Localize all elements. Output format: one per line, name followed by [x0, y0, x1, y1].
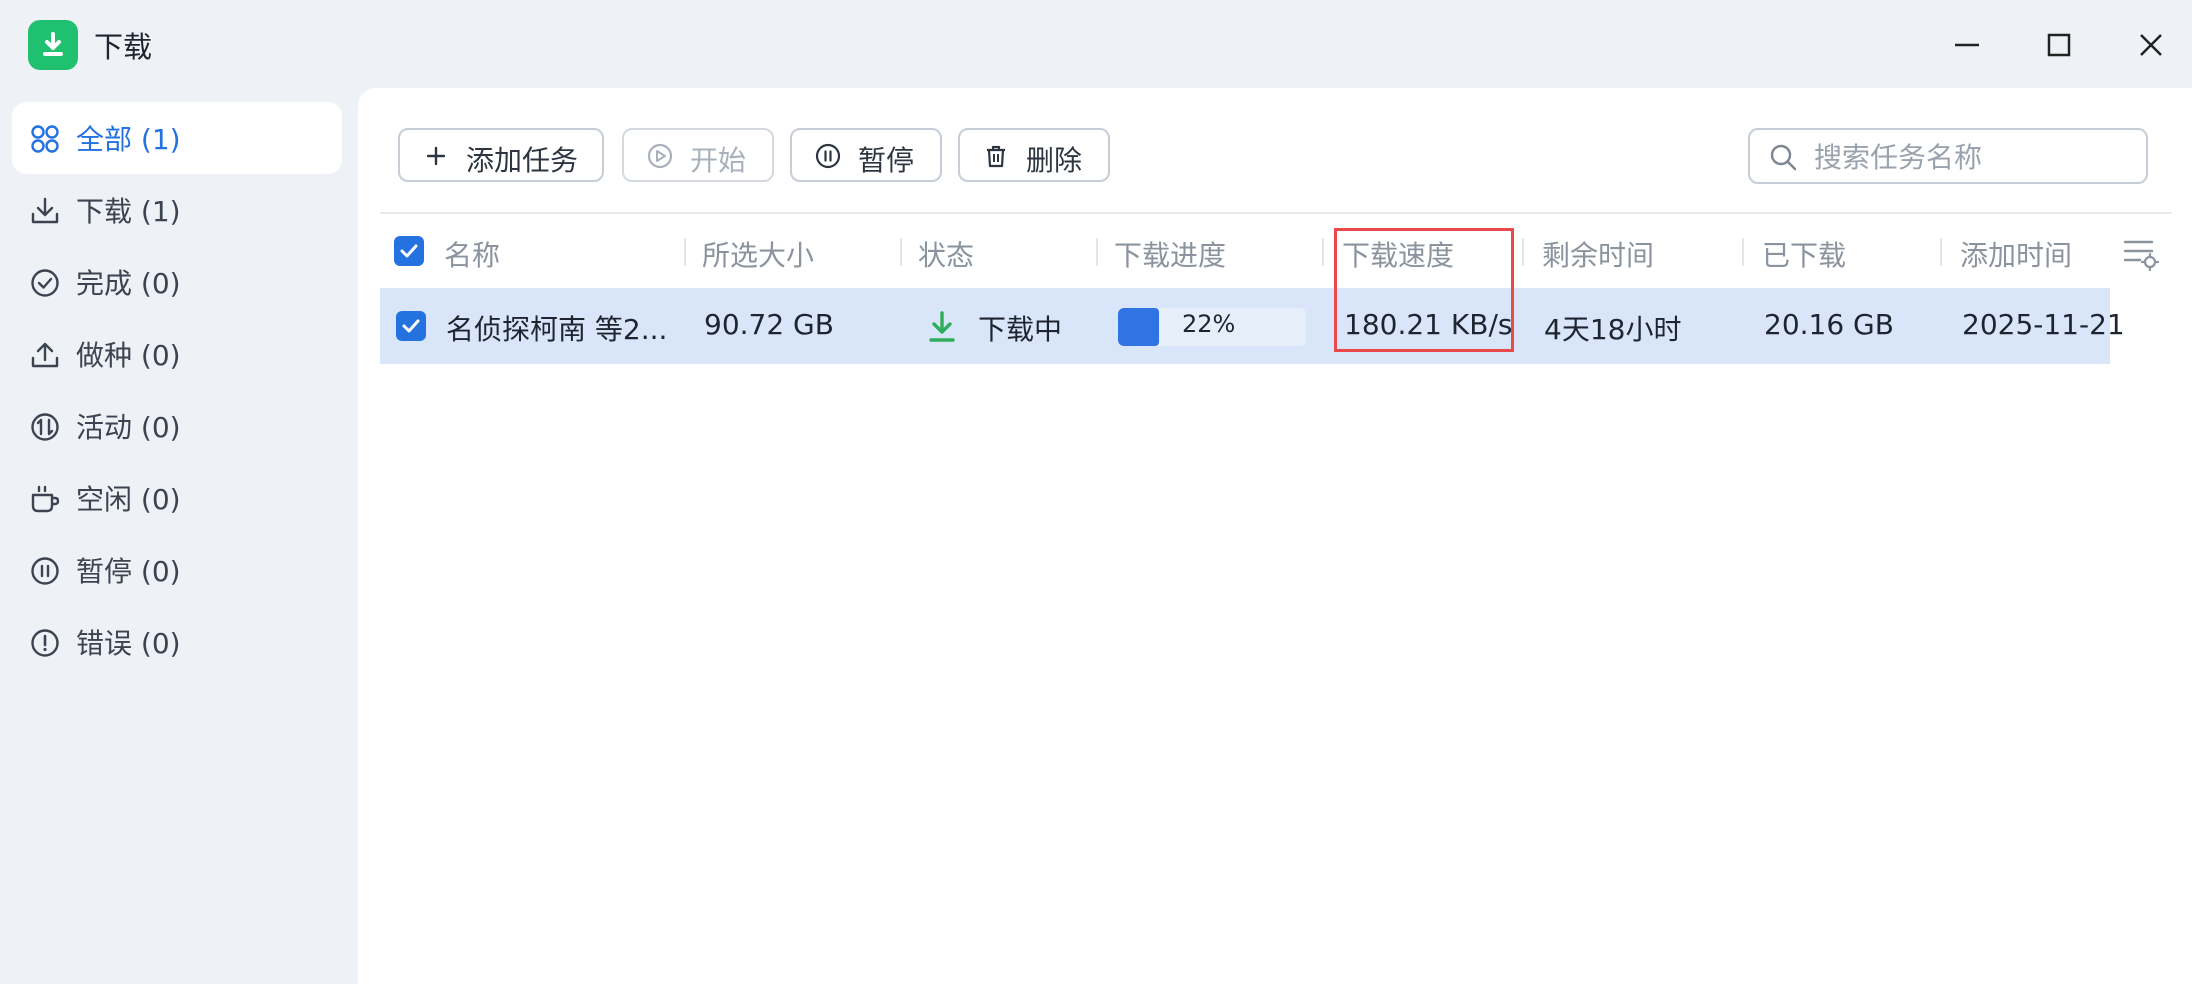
maximize-button[interactable]	[2036, 22, 2082, 68]
sidebar-item-label: 做种 (0)	[76, 339, 181, 372]
task-name: 名侦探柯南 等2...	[446, 313, 668, 346]
column-divider[interactable]	[1322, 238, 1324, 266]
pause-label: 暂停	[858, 144, 915, 177]
check-icon	[402, 319, 420, 333]
window-title: 下载	[94, 30, 153, 64]
row-checkbox[interactable]	[396, 311, 426, 341]
task-remaining: 4天18小时	[1544, 313, 1682, 346]
sidebar-item-all[interactable]: 全部 (1)	[12, 102, 342, 174]
progress-bar: 22%	[1118, 308, 1306, 346]
trash-icon	[987, 145, 1005, 168]
select-all-checkbox[interactable]	[394, 236, 424, 266]
sidebar-item-label: 下载 (1)	[76, 195, 181, 228]
table-header: 名称 所选大小 状态 下载进度 下载速度 剩余时间 已下载 添加时间	[380, 214, 2172, 288]
column-divider[interactable]	[684, 238, 686, 266]
pause-circle-icon	[815, 143, 841, 169]
delete-button[interactable]: 删除	[958, 128, 1110, 182]
sidebar-item-active[interactable]: 活动 (0)	[12, 390, 342, 462]
sidebar: 全部 (1) 下载 (1) 完成 (0) 做种 (0) 活动 (0) 空闲 (0…	[12, 102, 342, 678]
column-settings-icon[interactable]	[2122, 234, 2160, 272]
sidebar-item-downloading[interactable]: 下载 (1)	[12, 174, 342, 246]
column-header-downloaded[interactable]: 已下载	[1762, 234, 1846, 274]
sidebar-item-label: 活动 (0)	[76, 411, 181, 444]
grid-icon	[31, 125, 59, 153]
column-header-added[interactable]: 添加时间	[1960, 234, 2072, 274]
upload-icon	[31, 342, 59, 368]
column-divider[interactable]	[1096, 238, 1098, 266]
speed-highlight-box	[1334, 228, 1514, 352]
app-download-icon	[28, 20, 78, 70]
column-header-size[interactable]: 所选大小	[702, 234, 814, 274]
cup-icon	[31, 485, 60, 513]
column-header-name[interactable]: 名称	[444, 234, 500, 274]
sidebar-item-label: 全部 (1)	[76, 123, 181, 156]
plus-icon	[426, 146, 446, 166]
column-divider[interactable]	[1940, 238, 1942, 266]
pause-button[interactable]: 暂停	[790, 128, 942, 182]
table-row[interactable]: 名侦探柯南 等2... 90.72 GB 下载中 22% 180.21 KB/s…	[380, 288, 2125, 364]
sidebar-item-label: 暂停 (0)	[76, 555, 181, 588]
column-divider[interactable]	[900, 238, 902, 266]
sidebar-item-idle[interactable]: 空闲 (0)	[12, 462, 342, 534]
progress-fill	[1118, 308, 1160, 346]
close-button[interactable]	[2128, 22, 2174, 68]
sidebar-item-label: 错误 (0)	[76, 627, 181, 660]
task-downloaded: 20.16 GB	[1764, 308, 1894, 341]
task-added-time: 2025-11-21	[1962, 308, 2125, 341]
search-box[interactable]	[1748, 128, 2148, 184]
column-divider[interactable]	[1522, 238, 1524, 266]
add-task-button[interactable]: 添加任务	[398, 128, 604, 182]
main-panel: 添加任务 开始 暂停 删除 名称 所选大小 状态 下载进度 下载速度 剩余时间 …	[358, 88, 2192, 984]
pause-circle-icon	[31, 557, 59, 585]
delete-label: 删除	[1026, 144, 1083, 177]
close-icon	[2140, 34, 2162, 56]
activity-icon	[31, 413, 59, 441]
downloading-status-icon	[929, 311, 955, 342]
check-icon	[400, 244, 418, 258]
play-circle-icon	[647, 143, 673, 169]
search-icon	[1770, 144, 1797, 171]
column-header-status[interactable]: 状态	[918, 234, 974, 274]
search-input[interactable]	[1812, 136, 2136, 178]
progress-text: 22%	[1182, 310, 1236, 338]
add-task-label: 添加任务	[466, 144, 579, 177]
column-header-remaining[interactable]: 剩余时间	[1542, 234, 1654, 274]
sidebar-item-seeding[interactable]: 做种 (0)	[12, 318, 342, 390]
column-header-progress[interactable]: 下载进度	[1114, 234, 1226, 274]
start-button[interactable]: 开始	[622, 128, 774, 182]
sidebar-item-paused[interactable]: 暂停 (0)	[12, 534, 342, 606]
sidebar-item-label: 完成 (0)	[76, 267, 181, 300]
sidebar-item-completed[interactable]: 完成 (0)	[12, 246, 342, 318]
download-icon	[31, 197, 59, 224]
minimize-button[interactable]	[1944, 22, 1990, 68]
task-status: 下载中	[978, 313, 1063, 346]
error-circle-icon	[31, 629, 59, 657]
check-circle-icon	[31, 269, 59, 297]
maximize-icon	[2047, 33, 2071, 57]
task-size: 90.72 GB	[704, 308, 834, 341]
title-bar: 下载	[0, 0, 2192, 88]
sidebar-item-label: 空闲 (0)	[76, 483, 181, 516]
sidebar-item-error[interactable]: 错误 (0)	[12, 606, 342, 678]
start-label: 开始	[690, 144, 747, 177]
column-divider[interactable]	[1742, 238, 1744, 266]
minimize-icon	[1955, 43, 1979, 47]
